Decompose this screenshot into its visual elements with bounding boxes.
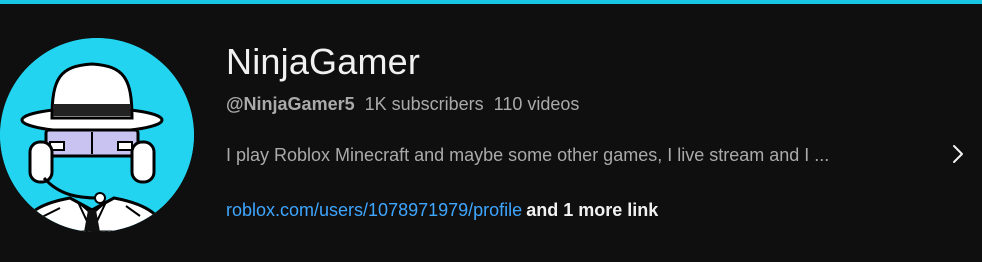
chevron-right-icon[interactable]: [948, 142, 968, 166]
channel-name: NinjaGamer: [226, 41, 421, 82]
video-count: 110 videos: [493, 94, 580, 114]
profile-link[interactable]: roblox.com/users/1078971979/profile: [226, 200, 522, 220]
subscriber-count: 1K subscribers: [364, 94, 484, 114]
channel-links: roblox.com/users/1078971979/profile and 1…: [226, 199, 658, 221]
channel-description[interactable]: I play Roblox Minecraft and maybe some o…: [226, 144, 926, 166]
more-links-button[interactable]: and 1 more link: [526, 200, 658, 220]
top-accent-bar: [0, 0, 982, 4]
ninja-avatar-icon: [0, 38, 194, 232]
channel-meta: @NinjaGamer5 1K subscribers 110 videos: [226, 93, 579, 115]
channel-handle: @NinjaGamer5: [226, 94, 355, 114]
channel-avatar[interactable]: [0, 38, 194, 232]
